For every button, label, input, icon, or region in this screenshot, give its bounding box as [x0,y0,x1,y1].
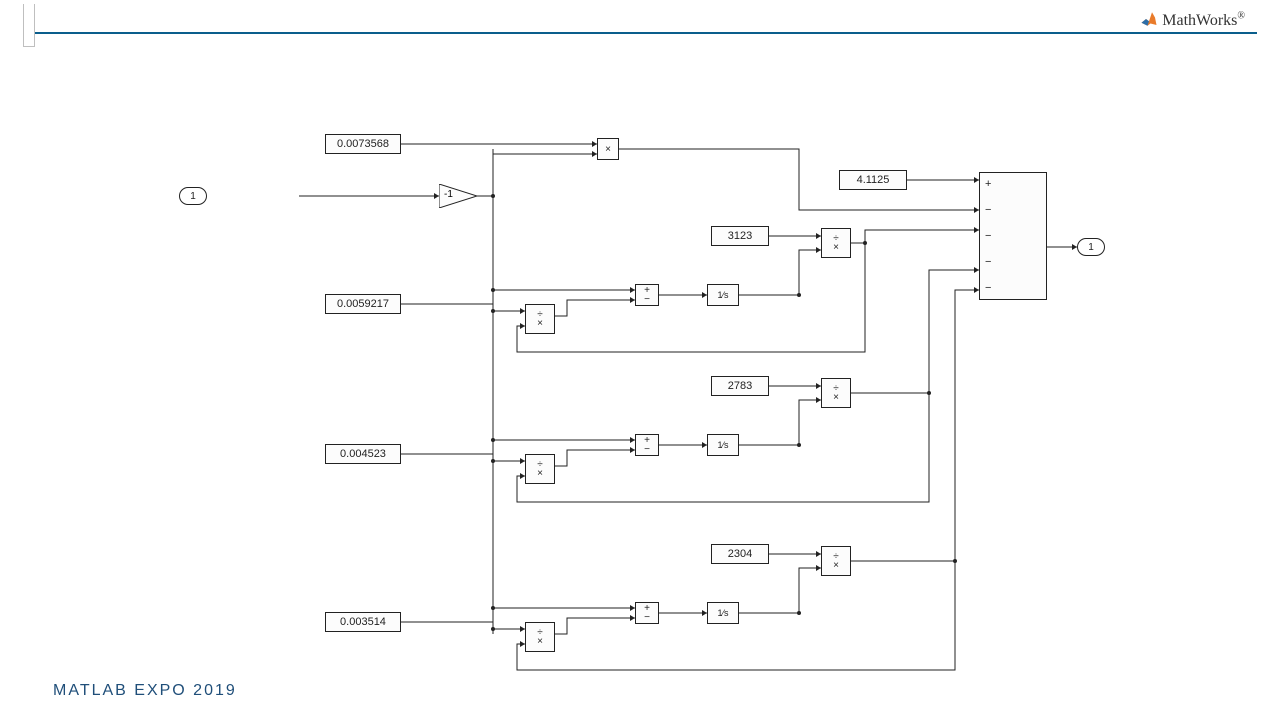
gain-value: -1 [444,189,453,200]
constant-c[interactable]: 0.003514 [325,612,401,632]
constant-k-out[interactable]: 4.1125 [839,170,907,190]
header-rule [23,32,1257,34]
signal-lines [299,112,1089,686]
integrator-b[interactable]: 1⁄s [707,434,739,456]
sum-b[interactable]: + − [635,434,659,456]
product-k-c[interactable]: ÷ × [821,546,851,576]
product-k-b[interactable]: ÷ × [821,378,851,408]
simulink-diagram: 1 1 -1 0.0073568 × 4.1125 + − − − − 0.00… [299,112,1089,686]
slide-corner-mark [23,4,35,47]
mathworks-label: MathWorks [1162,12,1237,29]
divide-a[interactable]: ÷ × [525,304,555,334]
footer-text: MATLAB EXPO 2019 [53,682,237,700]
constant-b[interactable]: 0.004523 [325,444,401,464]
sum-main[interactable]: + − − − − [979,172,1047,300]
divide-c[interactable]: ÷ × [525,622,555,652]
integrator-a[interactable]: 1⁄s [707,284,739,306]
constant-a[interactable]: 0.0059217 [325,294,401,314]
mathworks-icon [1140,10,1158,28]
constant-k-a[interactable]: 3123 [711,226,769,246]
constant-k-b[interactable]: 2783 [711,376,769,396]
product-k-a[interactable]: ÷ × [821,228,851,258]
mathworks-logo: MathWorks® [1140,10,1245,30]
gain-block[interactable]: -1 [439,184,477,208]
divide-b[interactable]: ÷ × [525,454,555,484]
constant-top[interactable]: 0.0073568 [325,134,401,154]
product-top[interactable]: × [597,138,619,160]
integrator-c[interactable]: 1⁄s [707,602,739,624]
inport-1[interactable]: 1 [179,187,207,205]
constant-k-c[interactable]: 2304 [711,544,769,564]
outport-1[interactable]: 1 [1077,238,1105,256]
sum-c[interactable]: + − [635,602,659,624]
sum-a[interactable]: + − [635,284,659,306]
